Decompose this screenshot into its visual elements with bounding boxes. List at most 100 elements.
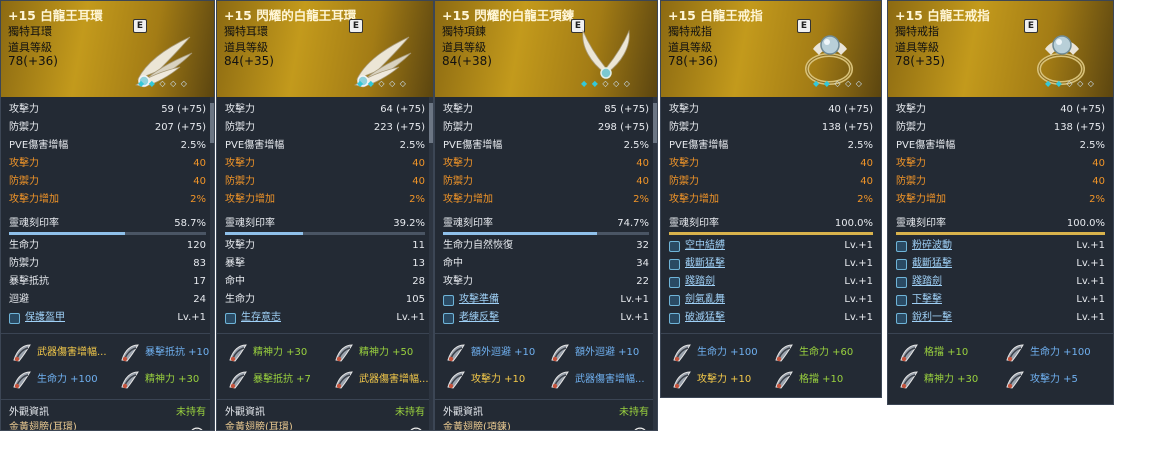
substat-value: 120 bbox=[186, 240, 206, 251]
item-level-value: 84(+38) bbox=[442, 54, 492, 68]
skill-name-link[interactable]: 保護盔甲 bbox=[9, 309, 65, 327]
appearance-owned-state: 未持有 bbox=[176, 407, 206, 418]
substat-value: 105 bbox=[405, 294, 425, 305]
stat-value: 40 bbox=[860, 176, 873, 187]
stat-row: 攻擊力 40 bbox=[669, 155, 873, 173]
skill-name-link[interactable]: 銳利一擊 bbox=[896, 309, 952, 327]
skill-name-link[interactable]: 劍氣亂舞 bbox=[669, 291, 725, 309]
substat-name: 生命力 bbox=[9, 240, 39, 251]
scrollbar-thumb[interactable] bbox=[210, 103, 214, 143]
gem-icon bbox=[671, 342, 693, 364]
tooltip-body: 攻擊力 64 (+75) 防禦力 223 (+75) PVE傷害增幅 2.5% 攻擊力 40 防… bbox=[217, 97, 433, 430]
skill-row[interactable]: 截斷猛擊 Lv.+1 bbox=[669, 255, 873, 273]
substat-name: 命中 bbox=[225, 276, 245, 287]
socket-dots-icon: ◆ ◆ ◇ ◇ ◇ bbox=[1045, 79, 1095, 88]
skill-name-link[interactable]: 老練反擊 bbox=[443, 309, 499, 327]
skill-name-link[interactable]: 破滅猛擊 bbox=[669, 309, 725, 327]
skill-level: Lv.+1 bbox=[844, 276, 873, 287]
skill-row[interactable]: 下擊擊 Lv.+1 bbox=[896, 291, 1105, 309]
skill-row[interactable]: 劍氣亂舞 Lv.+1 bbox=[669, 291, 873, 309]
stat-row: 攻擊力 40 (+75) bbox=[896, 101, 1105, 119]
stat-value: 40 bbox=[860, 158, 873, 169]
stat-name: PVE傷害增幅 bbox=[669, 140, 729, 151]
divider bbox=[217, 399, 433, 400]
stat-row: 攻擊力 59 (+75) bbox=[9, 101, 206, 119]
scrollbar-track[interactable] bbox=[429, 97, 433, 430]
substat-name: 防禦力 bbox=[9, 258, 39, 269]
stat-name: 攻擊力 bbox=[9, 104, 39, 115]
skill-name-link[interactable]: 粉碎波動 bbox=[896, 237, 952, 255]
substat-value: 83 bbox=[193, 258, 206, 269]
skill-row[interactable]: 踐踏劍 Lv.+1 bbox=[896, 273, 1105, 291]
skill-name-link[interactable]: 下擊擊 bbox=[896, 291, 942, 309]
skill-name-link[interactable]: 生存意志 bbox=[225, 309, 281, 327]
item-level-value: 78(+36) bbox=[8, 54, 58, 68]
stat-name: 攻擊力 bbox=[443, 158, 473, 169]
substat-value: 28 bbox=[412, 276, 425, 287]
soul-engrave-label: 靈魂刻印率 bbox=[9, 218, 59, 229]
scrollbar-track[interactable] bbox=[653, 97, 657, 430]
stat-name: 防禦力 bbox=[443, 176, 473, 187]
tooltip-header: +15 白龍王戒指 獨特戒指 道具等級 78(+35) E ◆ ◆ ◇ ◇ ◇ bbox=[888, 1, 1113, 97]
gem-effect-text: 暴擊抵抗 +10 bbox=[145, 347, 210, 358]
appearance-info-title: 外觀資訊 bbox=[443, 407, 483, 418]
stat-row: 攻擊力 40 bbox=[9, 155, 206, 173]
substat-name: 生命力 bbox=[225, 294, 255, 305]
stat-value: 40 bbox=[193, 158, 206, 169]
item-type: 獨特耳環 bbox=[224, 25, 268, 38]
item-level-label: 道具等級 bbox=[8, 41, 52, 54]
scrollbar-thumb[interactable] bbox=[429, 103, 433, 143]
substat-row: 命中 34 bbox=[443, 255, 649, 273]
skill-row[interactable]: 生存意志 Lv.+1 bbox=[225, 309, 425, 327]
gem-effect-text: 攻擊力 +5 bbox=[1030, 374, 1078, 385]
skill-row[interactable]: 銳利一擊 Lv.+1 bbox=[896, 309, 1105, 327]
soul-engrave-row: 靈魂刻印率 100.0% bbox=[669, 215, 873, 233]
gem-effect-text: 攻擊力 +10 bbox=[697, 374, 752, 385]
gem-icon bbox=[119, 369, 141, 391]
skill-row[interactable]: 截斷猛擊 Lv.+1 bbox=[896, 255, 1105, 273]
stat-row: 防禦力 138 (+75) bbox=[669, 119, 873, 137]
scrollbar-track[interactable] bbox=[210, 97, 214, 430]
skill-name-link[interactable]: 踐踏劍 bbox=[896, 273, 942, 291]
divider bbox=[1, 333, 214, 334]
preview-eye-icon[interactable] bbox=[409, 421, 423, 430]
appearance-name: 金黃翅膀(耳環) bbox=[225, 422, 293, 431]
socket-dots-icon: ◆ ◆ ◇ ◇ ◇ bbox=[138, 79, 188, 88]
scrollbar-thumb[interactable] bbox=[653, 103, 657, 143]
skill-name-link[interactable]: 踐踏劍 bbox=[669, 273, 715, 291]
stat-name: PVE傷害增幅 bbox=[443, 140, 503, 151]
appearance-owned-state: 未持有 bbox=[619, 407, 649, 418]
skill-row[interactable]: 老練反擊 Lv.+1 bbox=[443, 309, 649, 327]
skill-name-link[interactable]: 攻擊準備 bbox=[443, 291, 499, 309]
skill-name-link[interactable]: 截斷猛擊 bbox=[896, 255, 952, 273]
skill-name-link[interactable]: 截斷猛擊 bbox=[669, 255, 725, 273]
soul-engrave-bar-fill bbox=[669, 232, 873, 235]
skill-row[interactable]: 攻擊準備 Lv.+1 bbox=[443, 291, 649, 309]
stat-value: 85 (+75) bbox=[604, 104, 649, 115]
skill-row[interactable]: 破滅猛擊 Lv.+1 bbox=[669, 309, 873, 327]
skill-name-link[interactable]: 空中結縛 bbox=[669, 237, 725, 255]
stat-row: PVE傷害增幅 2.5% bbox=[225, 137, 425, 155]
skill-row[interactable]: 空中結縛 Lv.+1 bbox=[669, 237, 873, 255]
soul-engrave-label: 靈魂刻印率 bbox=[225, 218, 275, 229]
divider bbox=[1, 399, 214, 400]
gem-effect-text: 暴擊抵抗 +7 bbox=[253, 374, 311, 385]
skill-row[interactable]: 保護盔甲 Lv.+1 bbox=[9, 309, 206, 327]
gem-effect-text: 精神力 +30 bbox=[145, 374, 200, 385]
preview-eye-icon[interactable] bbox=[633, 421, 647, 430]
stat-value: 2% bbox=[409, 194, 425, 205]
soul-engrave-row: 靈魂刻印率 58.7% bbox=[9, 215, 206, 233]
gem-effect-text: 生命力 +100 bbox=[1030, 347, 1091, 358]
skill-row[interactable]: 粉碎波動 Lv.+1 bbox=[896, 237, 1105, 255]
stat-row: 防禦力 298 (+75) bbox=[443, 119, 649, 137]
substat-row: 迴避 24 bbox=[9, 291, 206, 309]
preview-eye-icon[interactable] bbox=[190, 421, 204, 430]
soul-engrave-bar-fill bbox=[225, 232, 304, 235]
stat-value: 2% bbox=[633, 194, 649, 205]
skill-row[interactable]: 踐踏劍 Lv.+1 bbox=[669, 273, 873, 291]
stat-value: 138 (+75) bbox=[1053, 122, 1105, 133]
soul-engrave-value: 58.7% bbox=[174, 218, 206, 229]
substat-value: 22 bbox=[636, 276, 649, 287]
stat-row: 攻擊力增加 2% bbox=[669, 191, 873, 209]
stat-name: 防禦力 bbox=[443, 122, 473, 133]
